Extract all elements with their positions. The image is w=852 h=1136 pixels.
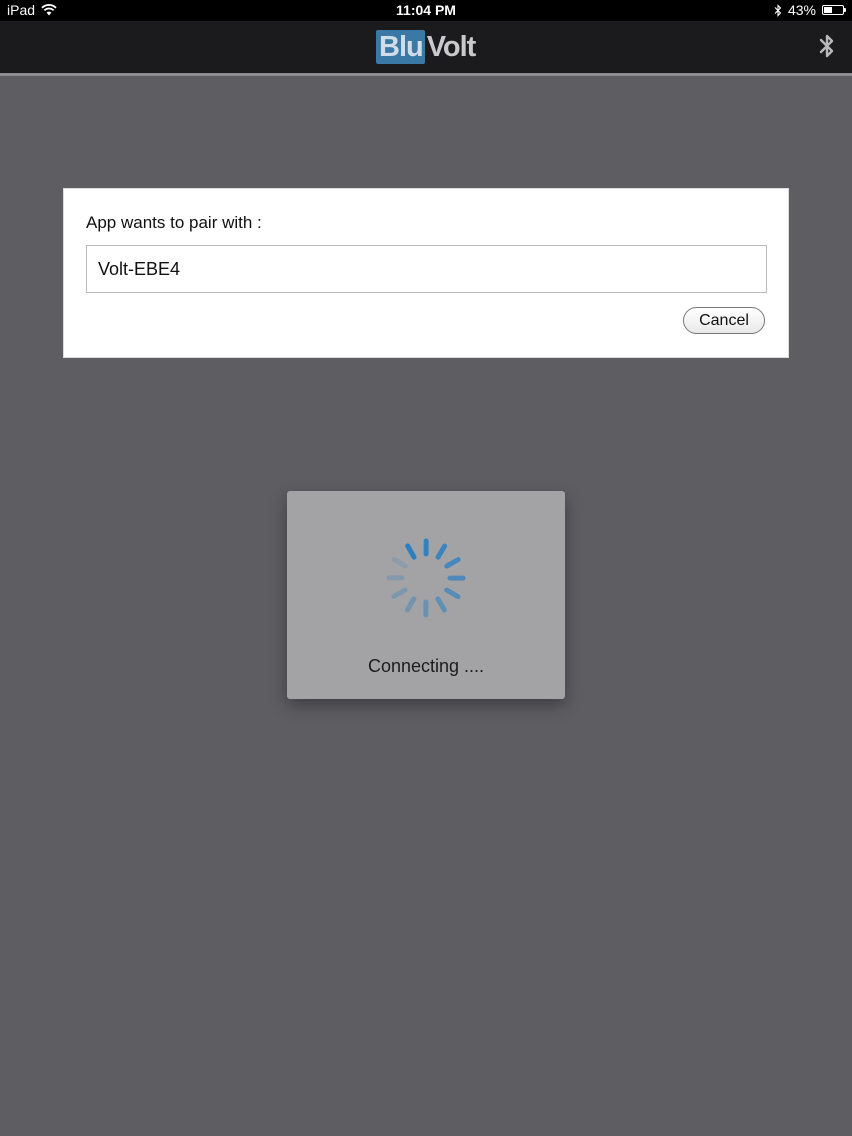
spinner-tick: [404, 596, 417, 613]
status-right: 43%: [774, 2, 846, 18]
nav-bar: Blu Volt: [0, 21, 852, 76]
spinner-tick: [444, 587, 461, 600]
pair-dialog-label: App wants to pair with :: [86, 213, 262, 232]
status-time: 11:04 PM: [396, 2, 456, 18]
app-logo: Blu Volt: [376, 30, 477, 64]
logo-volt: Volt: [426, 31, 477, 63]
battery-fill: [824, 7, 832, 13]
spinner-tick: [391, 587, 408, 599]
spinner-tick: [405, 543, 417, 560]
spinner-tick: [435, 543, 448, 560]
cancel-button[interactable]: Cancel: [683, 307, 765, 334]
device-name-field[interactable]: Volt-EBE4: [86, 245, 767, 293]
battery-icon: [822, 5, 846, 15]
bluetooth-icon: [774, 3, 782, 17]
battery-percent: 43%: [787, 2, 816, 18]
pair-dialog: App wants to pair with : Volt-EBE4 Cance…: [63, 188, 789, 358]
loading-text: Connecting ....: [367, 656, 485, 676]
logo-blu: Blu: [376, 30, 425, 64]
spinner-tick: [391, 556, 408, 569]
status-bar: iPad 11:04 PM 43%: [0, 0, 852, 21]
spinner-tick: [435, 596, 447, 613]
loading-panel: Connecting ....: [287, 491, 565, 699]
spinner-icon: [386, 538, 466, 618]
bluetooth-icon[interactable]: [818, 32, 836, 60]
spinner-tick: [444, 557, 461, 569]
